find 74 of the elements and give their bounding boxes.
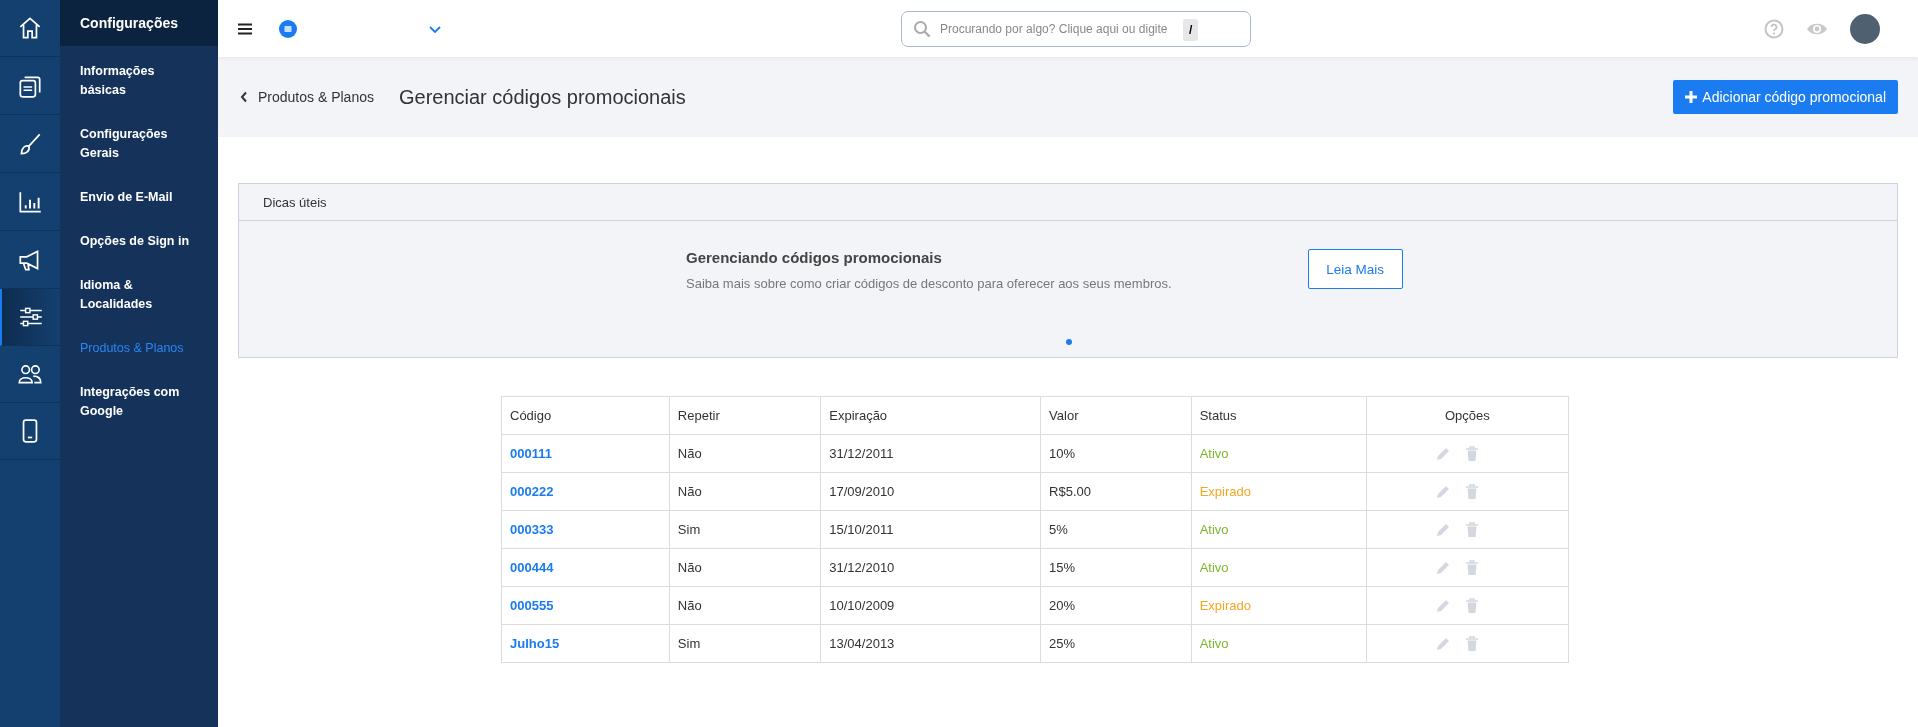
help-icon[interactable] <box>1764 18 1784 39</box>
logo-icon[interactable] <box>279 19 297 38</box>
read-more-button[interactable]: Leia Mais <box>1307 249 1403 289</box>
table-cell: 10/10/2009 <box>820 586 1041 625</box>
code-link[interactable]: 000555 <box>510 598 554 613</box>
trash-icon[interactable] <box>1464 635 1479 652</box>
status-text: Ativo <box>1199 560 1229 575</box>
shortcut-key: / <box>1183 18 1199 41</box>
sidebar-item[interactable]: Idioma & Localidades <box>60 276 218 314</box>
table-cell: Não <box>669 586 821 625</box>
chevron-left-icon <box>240 91 248 103</box>
menu-icon[interactable] <box>238 22 252 35</box>
status-text: Expirado <box>1199 484 1251 499</box>
sidebar-item[interactable]: Produtos & Planos <box>60 339 218 358</box>
column-header: Status <box>1191 396 1367 435</box>
code-link[interactable]: Julho15 <box>510 636 560 651</box>
sidebar-item[interactable]: Integrações com Google <box>60 383 218 421</box>
table-cell: 31/12/2011 <box>820 434 1041 473</box>
trash-icon[interactable] <box>1464 559 1479 576</box>
plus-icon <box>1685 91 1698 103</box>
column-header: Repetir <box>669 396 821 435</box>
pencil-icon[interactable] <box>1434 597 1451 614</box>
table-cell: Não <box>669 434 821 473</box>
code-link[interactable]: 000444 <box>510 560 554 575</box>
table-cell: Sim <box>669 624 821 663</box>
table-cell: 17/09/2010 <box>820 472 1041 511</box>
sidebar-item[interactable]: Configurações Gerais <box>60 125 218 163</box>
carousel-dot[interactable] <box>1066 339 1072 345</box>
sidebar-item[interactable]: Informações básicas <box>60 62 218 100</box>
pencil-icon[interactable] <box>1434 521 1451 538</box>
table-cell: 13/04/2013 <box>820 624 1041 663</box>
status-text: Ativo <box>1199 446 1229 461</box>
card-title: Dicas úteis <box>263 194 327 210</box>
code-link[interactable]: 000111 <box>510 446 552 461</box>
pencil-icon[interactable] <box>1434 635 1451 652</box>
status-text: Ativo <box>1199 636 1229 651</box>
table-cell: R$5.00 <box>1040 472 1192 511</box>
sliders-icon[interactable] <box>0 289 60 346</box>
trash-icon[interactable] <box>1464 483 1479 500</box>
table-cell: 20% <box>1040 586 1192 625</box>
code-link[interactable]: 000222 <box>510 484 554 499</box>
pencil-icon[interactable] <box>1434 559 1451 576</box>
status-text: Ativo <box>1199 522 1229 537</box>
trash-icon[interactable] <box>1464 521 1479 538</box>
table-cell: 15% <box>1040 548 1192 587</box>
trash-icon[interactable] <box>1464 597 1479 614</box>
column-header: Código <box>501 396 670 435</box>
page-title: Gerenciar códigos promocionais <box>398 85 686 109</box>
table-cell: Não <box>669 548 821 587</box>
table-cell: Sim <box>669 510 821 549</box>
pencil-icon[interactable] <box>1434 445 1451 462</box>
search-icon <box>913 19 931 38</box>
avatar[interactable] <box>1850 13 1880 44</box>
tip-text: Saiba mais sobre como criar códigos de desconto para oferecer aos seus membros. <box>686 276 1172 291</box>
table-cell: Não <box>669 472 821 511</box>
trash-icon[interactable] <box>1464 445 1479 462</box>
table-cell: 25% <box>1040 624 1192 663</box>
table-cell: 31/12/2010 <box>820 548 1041 587</box>
sidebar-item[interactable]: Opções de Sign in <box>60 232 218 251</box>
table-cell: 10% <box>1040 434 1192 473</box>
column-header: Opções <box>1366 396 1569 435</box>
chevron-down-icon[interactable] <box>428 23 442 34</box>
pencil-icon[interactable] <box>1434 483 1451 500</box>
sidebar-title: Configurações <box>60 0 218 46</box>
table-cell: 5% <box>1040 510 1192 549</box>
add-promo-code-button[interactable]: Adicionar código promocional <box>1673 80 1898 114</box>
code-link[interactable]: 000333 <box>510 522 554 537</box>
status-text: Expirado <box>1199 598 1251 613</box>
tip-heading: Gerenciando códigos promocionais <box>686 249 943 266</box>
column-header: Valor <box>1040 396 1192 435</box>
back-link[interactable]: Produtos & Planos <box>240 89 374 105</box>
table-cell: 15/10/2011 <box>820 510 1041 549</box>
sidebar-item[interactable]: Envio de E-Mail <box>60 188 218 207</box>
column-header: Expiração <box>820 396 1041 435</box>
